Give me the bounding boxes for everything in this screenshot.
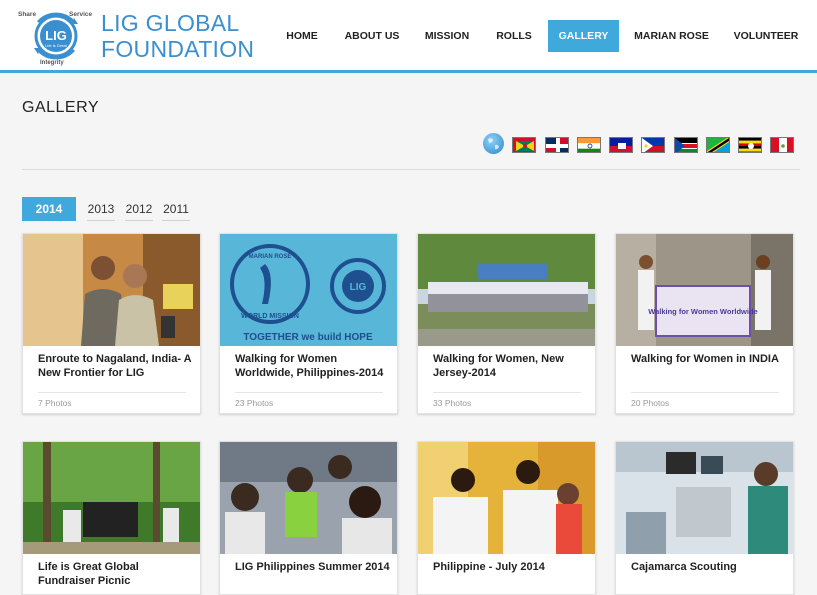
- album-title[interactable]: Philippine - July 2014: [433, 561, 588, 575]
- shirt-text-world-mission: WORLD MISSION: [241, 313, 299, 320]
- globe-icon[interactable]: [483, 133, 504, 154]
- nav-mission[interactable]: MISSION: [416, 20, 478, 52]
- album-card[interactable]: Cajamarca Scouting: [615, 441, 794, 595]
- logo-word-integrity: Integrity: [40, 60, 64, 66]
- album-thumbnail[interactable]: [220, 442, 397, 554]
- shirt-text-together: TOGETHER we build HOPE: [243, 332, 373, 343]
- card-divider: [235, 392, 383, 393]
- album-thumbnail[interactable]: [418, 234, 595, 346]
- photo-count: 20 Photos: [631, 398, 670, 408]
- card-divider: [433, 392, 581, 393]
- album-card[interactable]: Walking for Women, New Jersey-2014 33 Ph…: [417, 233, 596, 414]
- year-tab-2012[interactable]: 2012: [125, 197, 153, 221]
- peru-flag-icon[interactable]: [770, 137, 794, 153]
- main-nav: HOME ABOUT US MISSION ROLLS GALLERY MARI…: [0, 20, 817, 52]
- haiti-flag-icon[interactable]: [609, 137, 633, 153]
- photo-count: 23 Photos: [235, 398, 274, 408]
- year-tab-2014[interactable]: 2014: [22, 197, 76, 221]
- album-title[interactable]: Walking for Women in INDIA: [631, 353, 786, 367]
- uganda-flag-icon[interactable]: [738, 137, 762, 153]
- page-title: GALLERY: [22, 99, 100, 116]
- logo-word-service: Service: [69, 11, 93, 18]
- nav-rolls[interactable]: ROLLS: [487, 20, 541, 52]
- album-thumbnail[interactable]: Walking for Women Worldwide: [616, 234, 793, 346]
- dominican-republic-flag-icon[interactable]: [545, 137, 569, 153]
- album-thumbnail[interactable]: [23, 234, 200, 346]
- album-title[interactable]: Life is Great Global Fundraiser Picnic: [38, 561, 193, 588]
- card-divider: [631, 392, 779, 393]
- photo-count: 33 Photos: [433, 398, 472, 408]
- year-tab-2011[interactable]: 2011: [162, 197, 190, 221]
- site-header: LIG Life is Great Share Service Integrit…: [0, 0, 817, 73]
- album-title[interactable]: Enroute to Nagaland, India- A New Fronti…: [38, 353, 193, 380]
- album-thumbnail[interactable]: [418, 442, 595, 554]
- album-card[interactable]: Enroute to Nagaland, India- A New Fronti…: [22, 233, 201, 414]
- album-thumbnail[interactable]: MARIAN ROSE WORLD MISSION LIG TOGETHER w…: [220, 234, 397, 346]
- year-tab-2013[interactable]: 2013: [87, 197, 115, 221]
- banner-text: Walking for Women Worldwide: [648, 307, 757, 316]
- india-flag-icon[interactable]: [577, 137, 601, 153]
- album-card[interactable]: LIG Philippines Summer 2014: [219, 441, 398, 595]
- album-card[interactable]: MARIAN ROSE WORLD MISSION LIG TOGETHER w…: [219, 233, 398, 414]
- nav-volunteer[interactable]: VOLUNTEER: [726, 20, 806, 52]
- card-divider: [38, 392, 186, 393]
- album-title[interactable]: Walking for Women, New Jersey-2014: [433, 353, 588, 380]
- album-title[interactable]: Cajamarca Scouting: [631, 561, 786, 575]
- logo-word-share: Share: [18, 11, 36, 18]
- shirt-text-marian-rose: MARIAN ROSE: [249, 254, 292, 260]
- album-title[interactable]: Walking for Women Worldwide, Philippines…: [235, 353, 390, 380]
- nav-gallery[interactable]: GALLERY: [548, 20, 619, 52]
- grenada-flag-icon[interactable]: [512, 137, 536, 153]
- nav-marian-rose[interactable]: MARIAN ROSE: [626, 20, 717, 52]
- svg-text:LIG: LIG: [350, 282, 367, 293]
- album-card[interactable]: Life is Great Global Fundraiser Picnic: [22, 441, 201, 595]
- nav-home[interactable]: HOME: [276, 20, 328, 52]
- philippines-flag-icon[interactable]: [641, 137, 665, 153]
- nav-about-us[interactable]: ABOUT US: [337, 20, 407, 52]
- album-title[interactable]: LIG Philippines Summer 2014: [235, 561, 390, 575]
- south-sudan-flag-icon[interactable]: [674, 137, 698, 153]
- photo-count: 7 Photos: [38, 398, 72, 408]
- album-thumbnail[interactable]: [23, 442, 200, 554]
- album-card[interactable]: Walking for Women Worldwide Walking for …: [615, 233, 794, 414]
- tanzania-flag-icon[interactable]: [706, 137, 730, 153]
- album-card[interactable]: Philippine - July 2014: [417, 441, 596, 595]
- album-thumbnail[interactable]: [616, 442, 793, 554]
- section-divider: [22, 169, 800, 170]
